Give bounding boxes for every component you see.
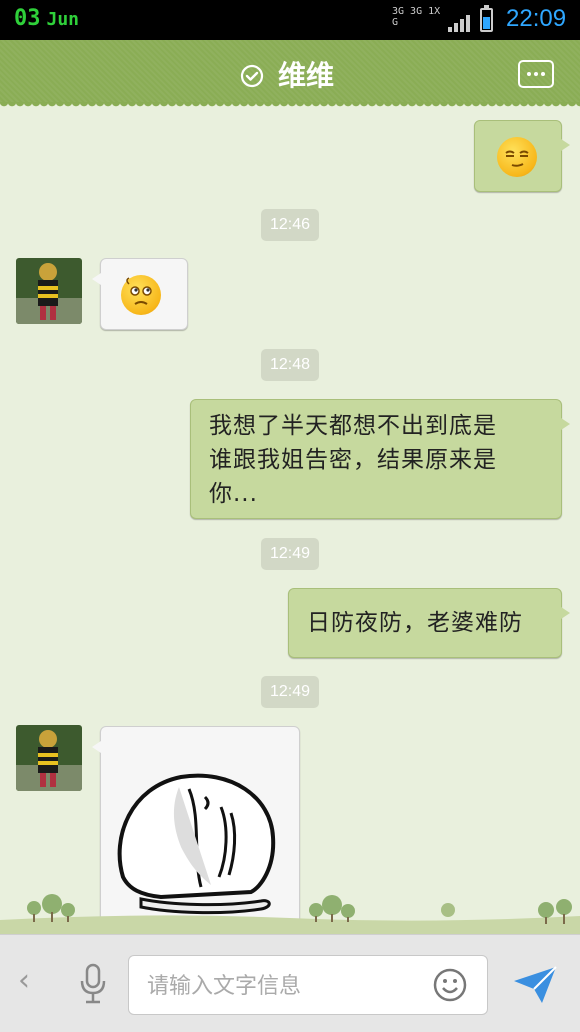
network-indicator: 3G 3G 1X G — [392, 6, 441, 28]
microphone-icon[interactable] — [78, 963, 108, 1005]
timestamp: 12:48 — [261, 349, 319, 381]
message-line: 我想了半天都想不出到底是 — [209, 413, 497, 439]
signal-icon — [448, 14, 470, 32]
message-bubble-mine[interactable]: 我想了半天都想不出到底是 谁跟我姐告密，结果原来是 你... — [190, 399, 570, 519]
chat-messages[interactable]: 12:46 12:48 我想了半天都想不出到底是 谁跟我姐告密，结果原来是 你.… — [0, 110, 580, 934]
status-bar: 03 Jun 3G 3G 1X G 22:09 — [0, 0, 580, 40]
message-bubble-mine[interactable]: 日防夜防，老婆难防 — [288, 588, 570, 658]
timestamp: 12:49 — [261, 538, 319, 570]
avatar[interactable] — [16, 258, 82, 324]
message-bubble-theirs[interactable] — [92, 258, 188, 330]
confused-emoji — [121, 275, 161, 315]
smiley-icon[interactable] — [433, 968, 467, 1002]
chevron-left-icon[interactable]: ‹ — [18, 963, 30, 998]
timestamp: 12:49 — [261, 676, 319, 708]
more-dots-icon[interactable] — [518, 60, 554, 88]
message-line: 日防夜防，老婆难防 — [307, 610, 523, 636]
message-line: 谁跟我姐告密，结果原来是 — [209, 447, 497, 473]
status-date-month: Jun — [46, 9, 80, 30]
avatar[interactable] — [16, 725, 82, 791]
timestamp: 12:46 — [261, 209, 319, 241]
battery-icon — [480, 5, 493, 32]
message-bubble-mine[interactable] — [474, 120, 570, 192]
verified-check-icon — [240, 64, 264, 88]
message-input-box[interactable] — [128, 955, 488, 1015]
message-line: 你... — [209, 481, 258, 507]
smirk-emoji — [497, 137, 537, 177]
status-date-day: 03 — [14, 6, 41, 31]
chat-header: 维维 — [0, 40, 580, 110]
input-bar: ‹ — [0, 934, 580, 1032]
chat-title: 维维 — [278, 59, 335, 92]
status-date: 03 Jun — [14, 6, 79, 31]
send-icon[interactable] — [512, 965, 558, 1005]
scenery-decoration — [0, 894, 580, 934]
message-input[interactable] — [145, 970, 409, 1002]
status-time: 22:09 — [506, 5, 567, 32]
